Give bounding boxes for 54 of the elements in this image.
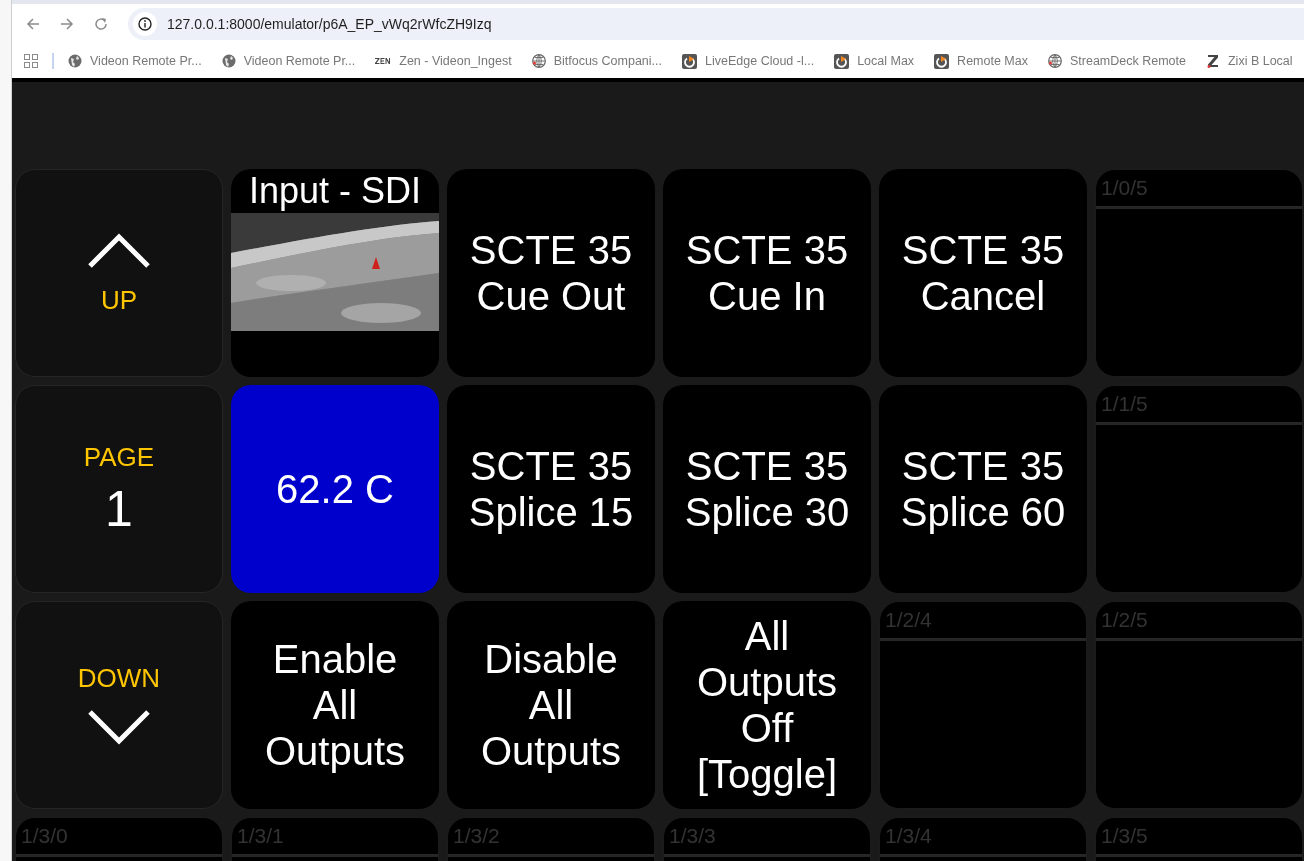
action-button[interactable]: SCTE 35 Cue In xyxy=(663,169,871,377)
action-button[interactable]: SCTE 35 Splice 30 xyxy=(663,385,871,593)
bookmark-label: Local Max xyxy=(857,52,915,70)
reload-icon[interactable] xyxy=(94,17,108,31)
globe-icon xyxy=(531,54,546,68)
action-button[interactable]: Enable All Outputs xyxy=(231,601,439,809)
bookmark[interactable]: Remote Max xyxy=(934,51,1028,71)
zen-logo-icon xyxy=(375,57,392,65)
bookmark[interactable]: LiveEdge Cloud -l... xyxy=(682,51,815,71)
action-button[interactable]: SCTE 35 Splice 15 xyxy=(447,385,655,593)
bookmark-label: Remote Max xyxy=(957,52,1028,70)
bookmark[interactable]: StreamDeck Remote xyxy=(1047,51,1186,71)
power-play-icon xyxy=(934,53,950,69)
bookmark-label: LiveEdge Cloud -l... xyxy=(705,52,815,70)
globe-icon xyxy=(1047,54,1062,68)
chevron-down-icon xyxy=(88,709,150,745)
action-button[interactable]: SCTE 35 Splice 60 xyxy=(879,385,1087,593)
bookmark-label: Zen - Videon_Ingest xyxy=(399,52,512,70)
url-text: 127.0.0.1:8000/emulator/p6A_EP_vWq2rWfcZH9Izq xyxy=(167,14,492,34)
apps-icon[interactable] xyxy=(24,54,38,68)
info-icon[interactable] xyxy=(138,17,152,31)
bookmark[interactable]: Videon Remote Pr... xyxy=(68,51,202,71)
page-label: PAGE xyxy=(83,444,155,470)
power-play-icon xyxy=(834,53,850,69)
bookmark[interactable]: Bitfocus Compani... xyxy=(531,51,663,71)
bookmark-label: Videon Remote Pr... xyxy=(243,52,356,70)
bookmark[interactable]: Local Max xyxy=(834,51,915,71)
bookmark-label: Videon Remote Pr... xyxy=(90,52,202,70)
action-button[interactable]: SCTE 35 Cue Out xyxy=(447,169,655,377)
page-number: 1 xyxy=(105,484,133,534)
bookmark[interactable]: Zixi B Local xyxy=(1206,51,1293,71)
back-icon[interactable] xyxy=(26,17,40,31)
power-play-icon xyxy=(682,53,698,69)
button-label: UP xyxy=(100,287,138,313)
z-logo-icon xyxy=(1206,54,1220,68)
navigation-button[interactable]: UP xyxy=(15,169,223,377)
button-label: Input - SDI xyxy=(247,169,423,213)
action-button[interactable]: 62.2 C xyxy=(231,385,439,593)
bookmark-label: StreamDeck Remote xyxy=(1069,52,1186,70)
navigation-button[interactable]: DOWN xyxy=(15,601,223,809)
video-button[interactable]: Input - SDI xyxy=(231,169,439,377)
chevron-up-icon xyxy=(88,233,150,269)
globe-icon xyxy=(68,54,82,68)
action-button[interactable]: Disable All Outputs xyxy=(447,601,655,809)
bookmark[interactable]: Zen - Videon_Ingest xyxy=(375,51,512,71)
bookmark-label: Zixi B Local xyxy=(1228,52,1293,70)
action-button[interactable]: All Outputs Off [Toggle] xyxy=(663,601,871,809)
forward-icon[interactable] xyxy=(60,17,74,31)
address-bar[interactable]: 127.0.0.1:8000/emulator/p6A_EP_vWq2rWfcZH9Izq xyxy=(128,8,1304,40)
bookmark[interactable]: Videon Remote Pr... xyxy=(221,51,356,71)
globe-icon xyxy=(221,54,236,68)
button-label: DOWN xyxy=(77,665,161,691)
action-button[interactable]: SCTE 35 Cancel xyxy=(879,169,1087,377)
bookmark-label: Bitfocus Compani... xyxy=(553,52,663,70)
